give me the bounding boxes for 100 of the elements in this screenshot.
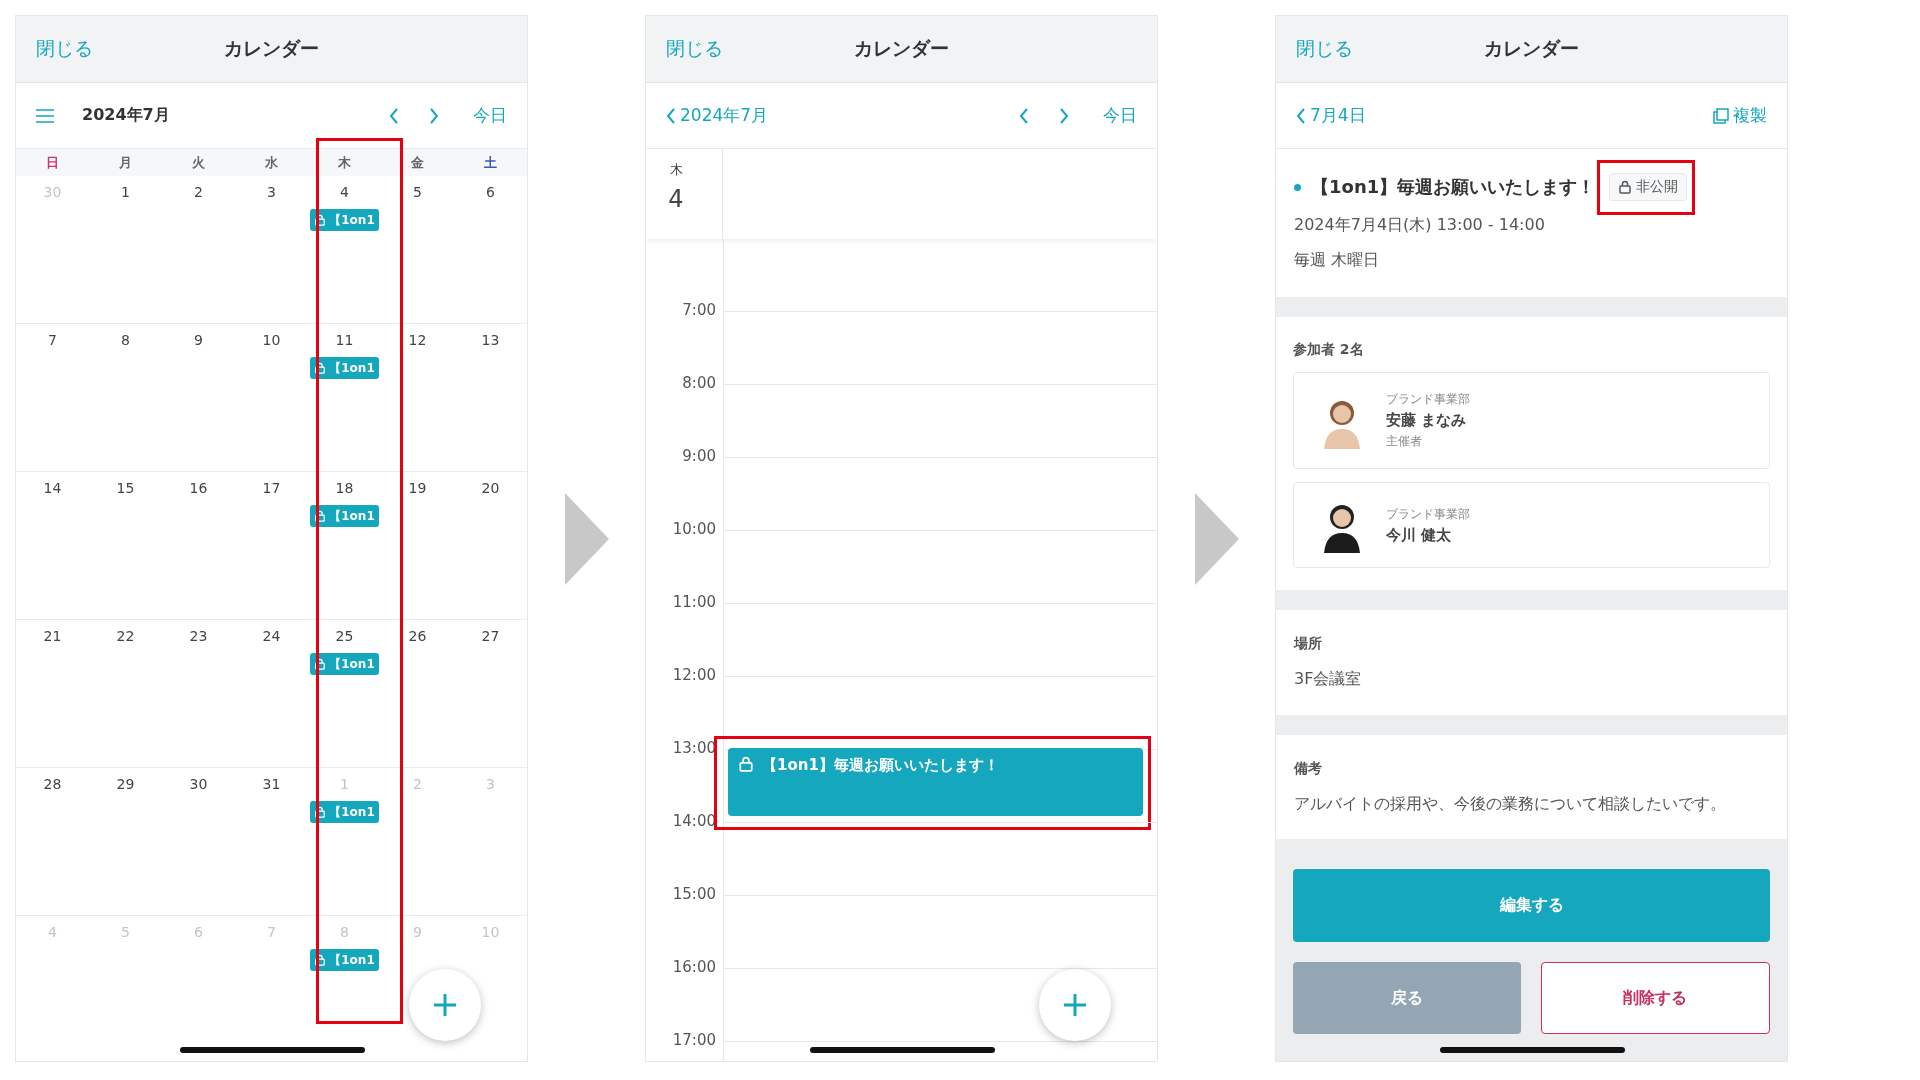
hour-label: 16:00 bbox=[671, 958, 716, 978]
day-number: 6 bbox=[486, 184, 495, 200]
department-label: ブランド事業部 bbox=[1386, 391, 1470, 408]
day-number: 7 bbox=[48, 332, 57, 348]
weekday-label: 木 bbox=[338, 153, 351, 172]
event-chip[interactable]: 【1on1 bbox=[310, 209, 379, 231]
day-number: 13 bbox=[481, 332, 500, 348]
day-number: 14 bbox=[43, 480, 62, 496]
back-link[interactable]: 7月4日 bbox=[1296, 104, 1366, 127]
notes-heading: 備考 bbox=[1294, 760, 1323, 778]
menu-icon bbox=[36, 108, 54, 123]
month-label: 2024年7月 bbox=[82, 105, 170, 126]
weekday-label: 土 bbox=[484, 153, 497, 172]
day-number: 18 bbox=[335, 480, 354, 496]
add-button[interactable] bbox=[1039, 969, 1111, 1041]
previous-button[interactable] bbox=[389, 107, 399, 124]
hour-label: 15:00 bbox=[671, 885, 716, 905]
day-number: 8 bbox=[340, 924, 349, 940]
menu-button[interactable] bbox=[36, 108, 54, 123]
event-block[interactable]: 【1on1】毎週お願いいたします！ bbox=[728, 748, 1143, 816]
day-number: 12 bbox=[408, 332, 427, 348]
day-number: 9 bbox=[413, 924, 422, 940]
step-arrow-icon bbox=[1194, 492, 1239, 585]
day-number: 5 bbox=[413, 184, 422, 200]
previous-button[interactable] bbox=[1019, 107, 1029, 124]
lock-icon bbox=[314, 362, 327, 374]
close-button[interactable]: 閉じる bbox=[666, 36, 723, 62]
chevron-left-icon bbox=[666, 107, 676, 124]
next-button[interactable] bbox=[1059, 107, 1069, 124]
day-number: 10 bbox=[262, 332, 281, 348]
department-label: ブランド事業部 bbox=[1386, 505, 1470, 523]
day-number: 27 bbox=[481, 628, 500, 644]
day-number: 9 bbox=[194, 332, 203, 348]
lock-icon bbox=[314, 954, 327, 966]
today-button[interactable]: 今日 bbox=[1103, 104, 1137, 127]
day-number: 30 bbox=[43, 184, 62, 200]
chevron-left-icon bbox=[1019, 107, 1029, 124]
day-number: 26 bbox=[408, 628, 427, 644]
day-number: 15 bbox=[116, 480, 135, 496]
day-number: 29 bbox=[116, 776, 135, 792]
day-number: 7 bbox=[267, 924, 276, 940]
weekday-label: 金 bbox=[411, 153, 424, 172]
lock-icon bbox=[1618, 180, 1633, 194]
next-button[interactable] bbox=[429, 107, 439, 124]
participant-name: 安藤 まなみ bbox=[1386, 411, 1468, 430]
day-number: 6 bbox=[194, 924, 203, 940]
lock-icon bbox=[314, 658, 327, 670]
lock-icon bbox=[314, 510, 327, 522]
back-link[interactable]: 2024年7月 bbox=[666, 104, 769, 127]
chevron-right-icon bbox=[429, 107, 439, 124]
edit-button[interactable]: 編集する bbox=[1293, 869, 1770, 942]
close-button[interactable]: 閉じる bbox=[1296, 36, 1353, 62]
screen-title: カレンダー bbox=[224, 36, 319, 61]
notes-text: アルバイトの採用や、今後の業務について相談したいです。 bbox=[1294, 794, 1727, 815]
hour-label: 7:00 bbox=[681, 301, 716, 321]
lock-icon bbox=[738, 756, 754, 772]
event-chip[interactable]: 【1on1 bbox=[310, 949, 379, 971]
add-button[interactable] bbox=[409, 969, 481, 1041]
plus-icon bbox=[432, 992, 458, 1018]
lock-icon bbox=[314, 214, 327, 226]
duplicate-button[interactable]: 複製 bbox=[1713, 104, 1767, 127]
day-number: 3 bbox=[267, 184, 276, 200]
day-number: 1 bbox=[340, 776, 349, 792]
day-number: 8 bbox=[121, 332, 130, 348]
chevron-left-icon bbox=[389, 107, 399, 124]
back-button[interactable]: 戻る bbox=[1293, 962, 1521, 1034]
chevron-left-icon bbox=[1296, 107, 1306, 124]
day-number: 11 bbox=[335, 332, 354, 348]
event-chip[interactable]: 【1on1 bbox=[310, 357, 379, 379]
day-number: 23 bbox=[189, 628, 208, 644]
hour-label: 9:00 bbox=[681, 447, 716, 467]
day-number: 28 bbox=[43, 776, 62, 792]
weekday-label: 水 bbox=[265, 153, 278, 172]
day-number: 25 bbox=[335, 628, 354, 644]
lock-icon bbox=[314, 806, 327, 818]
role-label: 主催者 bbox=[1386, 433, 1423, 450]
event-chip[interactable]: 【1on1 bbox=[310, 653, 379, 675]
plus-icon bbox=[1062, 992, 1088, 1018]
chevron-right-icon bbox=[1059, 107, 1069, 124]
day-number: 24 bbox=[262, 628, 281, 644]
day-number: 1 bbox=[121, 184, 130, 200]
badge-label: 非公開 bbox=[1636, 178, 1679, 196]
hour-label: 17:00 bbox=[671, 1031, 716, 1051]
day-number: 2 bbox=[413, 776, 422, 792]
delete-button[interactable]: 削除する bbox=[1540, 962, 1770, 1034]
step-arrow-icon bbox=[564, 492, 609, 585]
day-number: 2 bbox=[194, 184, 203, 200]
day-number: 16 bbox=[189, 480, 208, 496]
repeat-rule: 毎週 木曜日 bbox=[1294, 250, 1381, 271]
event-chip[interactable]: 【1on1 bbox=[310, 801, 379, 823]
day-number: 5 bbox=[121, 924, 130, 940]
hour-label: 11:00 bbox=[671, 593, 716, 613]
today-button[interactable]: 今日 bbox=[473, 104, 507, 127]
day-number: 17 bbox=[262, 480, 281, 496]
event-chip[interactable]: 【1on1 bbox=[310, 505, 379, 527]
participant-name: 今川 健太 bbox=[1386, 525, 1453, 545]
event-datetime: 2024年7月4日(木) 13:00 - 14:00 bbox=[1294, 215, 1546, 236]
close-button[interactable]: 閉じる bbox=[36, 36, 93, 62]
hour-label: 12:00 bbox=[671, 666, 716, 686]
location-heading: 場所 bbox=[1294, 635, 1323, 653]
